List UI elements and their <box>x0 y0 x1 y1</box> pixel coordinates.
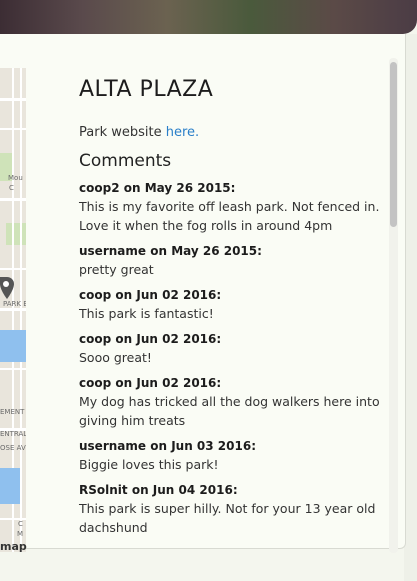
map-label: EMENT <box>0 408 25 416</box>
dog-icon[interactable] <box>0 277 14 299</box>
park-website-link[interactable]: here. <box>166 125 199 140</box>
map-label: OSE AVE <box>0 444 26 452</box>
comment-item: coop on Jun 02 2016: Sooo great! <box>79 331 389 367</box>
comment-item: RSolnit on Jun 04 2016: This park is sup… <box>79 482 389 537</box>
comment-text: This is my favorite off leash park. Not … <box>79 199 380 233</box>
comment-text: Sooo great! <box>79 350 152 365</box>
website-label: Park website <box>79 125 166 140</box>
map-road <box>0 368 26 370</box>
map-water <box>0 468 20 504</box>
map-label: Mou <box>8 174 23 182</box>
comment-author: username <box>79 439 147 453</box>
comment-meta: RSolnit on Jun 04 2016: <box>79 483 238 497</box>
comment-item: username on Jun 03 2016: Biggie loves th… <box>79 438 389 474</box>
comment-author: coop <box>79 376 112 390</box>
comment-item: username on May 26 2015: pretty great <box>79 243 389 279</box>
comment-meta: coop on Jun 02 2016: <box>79 332 222 346</box>
map-label: PARK B <box>3 300 26 308</box>
comment-author: coop <box>79 288 112 302</box>
comment-date: Jun 02 2016 <box>136 288 217 302</box>
comment-item: coop on Jun 02 2016: This park is fantas… <box>79 287 389 323</box>
comment-date: May 26 2015 <box>144 181 231 195</box>
comment-author: coop2 <box>79 181 120 195</box>
comment-date: Jun 02 2016 <box>136 376 217 390</box>
map-road <box>20 68 22 552</box>
comment-meta: coop2 on May 26 2015: <box>79 181 236 195</box>
comment-item: coop2 on May 26 2015: This is my favorit… <box>79 180 389 235</box>
scrollbar-thumb[interactable] <box>390 62 397 227</box>
comment-text: This park is super hilly. Not for your 1… <box>79 501 376 535</box>
map-label: C <box>18 520 23 528</box>
park-details: ALTA PLAZA Park website here. Comments c… <box>79 76 389 537</box>
details-scrollbar[interactable] <box>389 58 398 553</box>
comments-heading: Comments <box>79 151 172 171</box>
map-water <box>0 330 26 362</box>
comment-date: Jun 04 2016 <box>152 483 233 497</box>
map-park-area <box>6 223 26 245</box>
comment-date: Jun 02 2016 <box>136 332 217 346</box>
comment-text: This park is fantastic! <box>79 306 214 321</box>
map-label: C <box>9 184 14 192</box>
comment-author: username <box>79 244 147 258</box>
comment-date: May 26 2015 <box>171 244 258 258</box>
comment-meta: coop on Jun 02 2016: <box>79 288 222 302</box>
map-attribution: map <box>0 540 27 553</box>
comment-author: coop <box>79 332 112 346</box>
map-label: M <box>17 530 24 538</box>
comment-meta: username on May 26 2015: <box>79 244 262 258</box>
park-title: ALTA PLAZA <box>79 77 214 102</box>
comment-meta: coop on Jun 02 2016: <box>79 376 222 390</box>
comment-author: RSolnit <box>79 483 128 497</box>
map-view[interactable]: Mou C PARK B EMENT ENTRAL A OSE AVE C M <box>0 68 26 552</box>
comment-text: My dog has tricked all the dog walkers h… <box>79 394 380 428</box>
comment-item: coop on Jun 02 2016: My dog has tricked … <box>79 375 389 430</box>
comment-date: Jun 03 2016 <box>171 439 252 453</box>
header-banner <box>0 0 417 34</box>
park-website-line: Park website here. <box>79 124 389 142</box>
map-label: ENTRAL A <box>0 430 26 438</box>
comment-text: Biggie loves this park! <box>79 457 219 472</box>
comment-meta: username on Jun 03 2016: <box>79 439 257 453</box>
comment-text: pretty great <box>79 262 154 277</box>
